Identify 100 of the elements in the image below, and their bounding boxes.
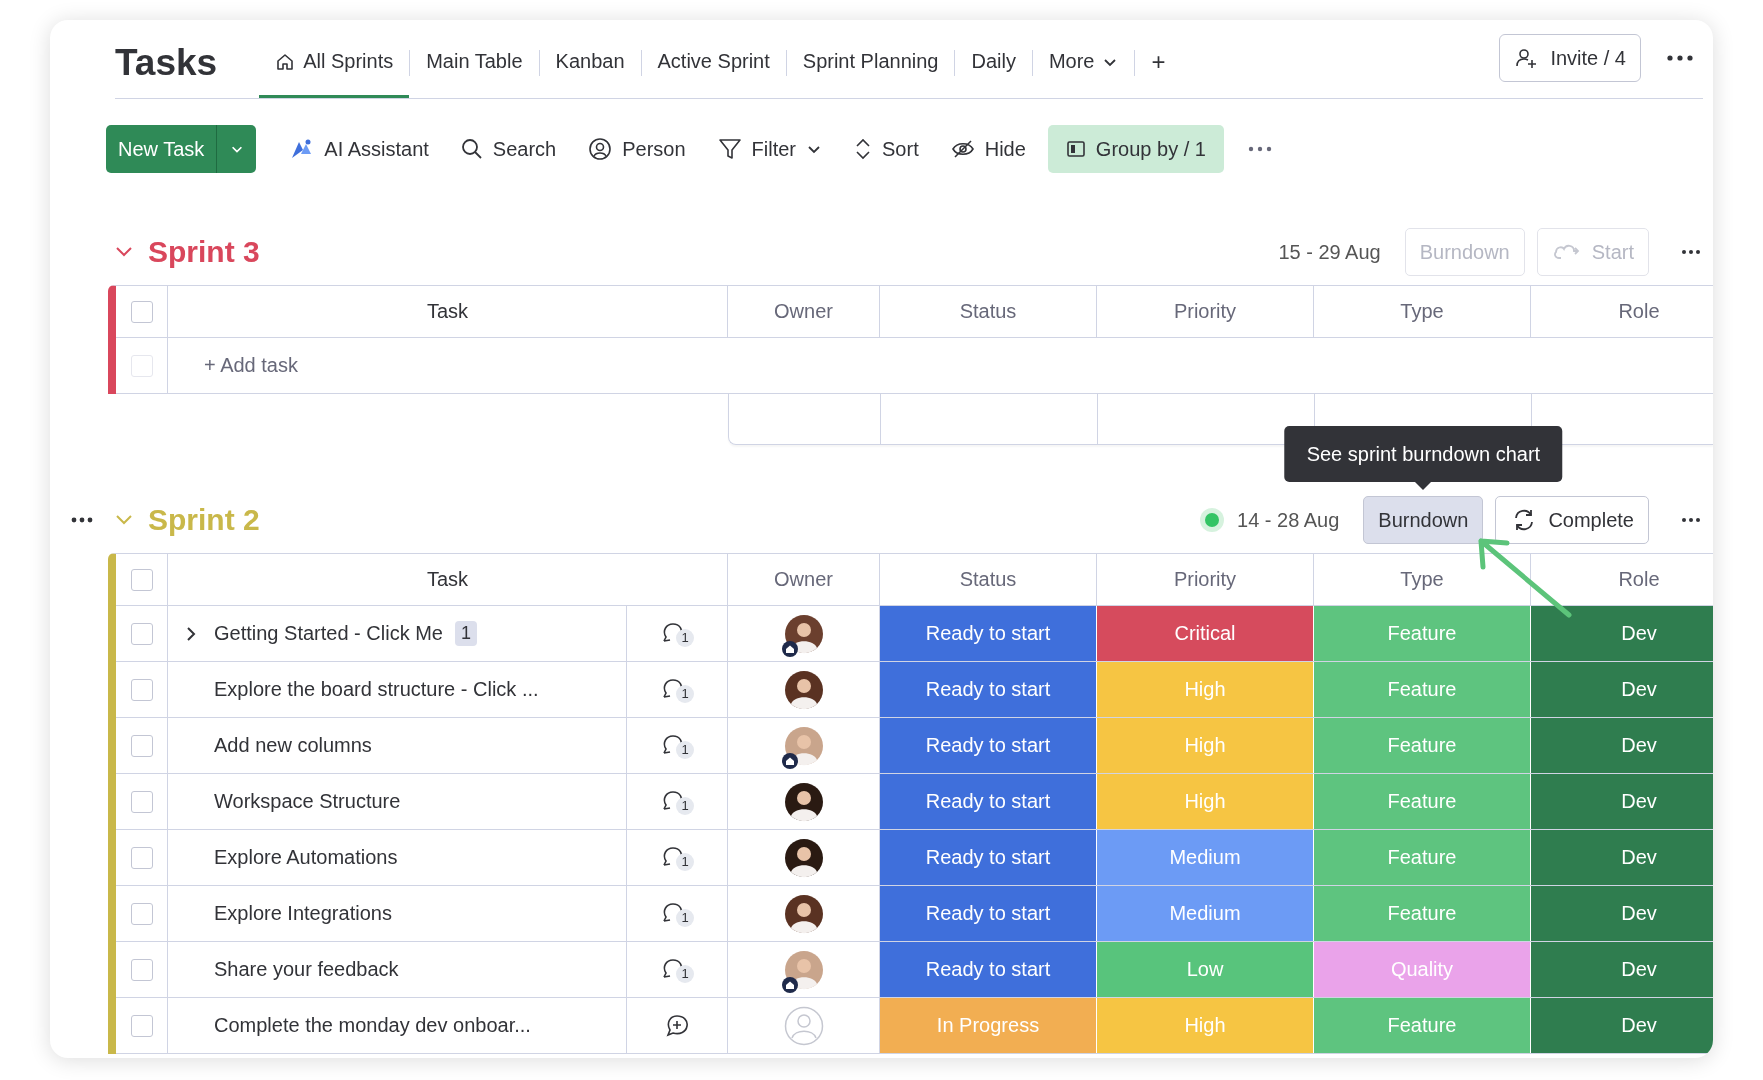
updates-button[interactable]: 1 [660,788,694,815]
ai-button[interactable]: AI Assistant [280,125,439,173]
view-tab[interactable]: Main Table [410,28,539,98]
chat-add-icon [664,1012,690,1039]
task-name[interactable]: Complete the monday dev onboar... [214,1014,531,1037]
subitem-count[interactable]: 1 [454,621,477,646]
search-icon [460,138,483,160]
column-header: Type [1400,568,1444,591]
avatar[interactable] [783,613,824,654]
avatar[interactable] [783,893,824,934]
task-name[interactable]: Getting Started - Click Me [214,622,443,645]
updates-button[interactable]: 1 [660,956,694,983]
column-header: Priority [1173,300,1237,323]
add-update-button[interactable] [664,1012,690,1039]
checkbox[interactable] [130,734,153,757]
expand-chevron-icon[interactable] [185,624,197,643]
tooltip-pointer [1415,482,1432,490]
role-label[interactable]: Dev [1531,830,1713,885]
avatar[interactable] [783,781,824,822]
role-label[interactable]: Dev [1531,774,1713,829]
task-name[interactable]: Add new columns [214,734,372,757]
task-name[interactable]: Workspace Structure [214,790,401,813]
status-label[interactable]: Ready to start [880,774,1097,829]
status-label[interactable]: Ready to start [880,886,1097,941]
task-name[interactable]: Explore Integrations [214,902,392,925]
add-person-icon [1514,46,1539,70]
checkbox[interactable] [130,678,153,701]
updates-button[interactable]: 1 [660,620,694,647]
role-label[interactable]: Dev [1531,662,1713,717]
sort-button[interactable]: Sort [844,125,929,173]
updates-button[interactable]: 1 [660,844,694,871]
task-name[interactable]: Explore the board structure - Click ... [214,678,539,701]
task-name[interactable]: Explore Automations [214,846,398,869]
avatar[interactable] [783,837,824,878]
avatar[interactable] [783,949,824,990]
group-icon [1065,139,1086,159]
collapse-chevron-icon[interactable] [114,245,134,259]
column-header: Status [959,568,1017,591]
search-button[interactable]: Search [450,125,567,173]
burndown-button[interactable]: Burndown [1363,496,1484,544]
priority-label[interactable]: Medium [1097,886,1314,941]
avatar[interactable] [783,669,824,710]
status-label[interactable]: Ready to start [880,606,1097,661]
updates-button[interactable]: 1 [660,676,694,703]
updates-button[interactable]: 1 [660,900,694,927]
status-label[interactable]: Ready to start [880,830,1097,885]
column-header: Priority [1173,568,1237,591]
hidden-eye-icon [950,139,975,159]
add-view-button[interactable]: + [1135,28,1182,98]
avatar[interactable] [783,725,824,766]
group-menu-icon[interactable] [71,517,93,523]
status-label[interactable]: Ready to start [880,942,1097,997]
view-tab[interactable]: All Sprints [259,28,410,98]
role-label[interactable]: Dev [1531,886,1713,941]
more-tab[interactable]: More [1032,28,1135,98]
invite-button[interactable]: Invite / 4 [1499,34,1641,82]
column-header: Task [426,300,469,323]
more-icon[interactable] [1667,55,1693,61]
more-icon[interactable] [1681,517,1701,523]
role-label[interactable]: Dev [1531,942,1713,997]
priority-label[interactable]: Critical [1097,606,1314,661]
view-tab[interactable]: Sprint Planning [786,28,955,98]
group-button[interactable]: Group by / 1 [1047,125,1224,173]
sort-icon [854,137,873,161]
home-icon [275,51,296,72]
column-header: Type [1400,300,1444,323]
task-name[interactable]: Share your feedback [214,958,399,981]
role-label[interactable]: Dev [1531,606,1713,661]
checkbox[interactable] [130,958,153,981]
column-header: Owner [774,300,833,323]
checkbox[interactable] [130,300,153,323]
hide-button[interactable]: Hide [940,125,1036,173]
checkbox[interactable] [130,568,153,591]
updates-button[interactable]: 1 [660,732,694,759]
view-tab[interactable]: Active Sprint [641,28,786,98]
page-title: Tasks [115,42,218,84]
view-tab[interactable]: Daily [955,28,1032,98]
role-label[interactable]: Dev [1531,718,1713,773]
view-tab[interactable]: Kanban [539,28,641,98]
add-task-field[interactable]: + Add task [204,354,298,377]
priority-label[interactable]: Medium [1097,830,1314,885]
column-header: Status [959,300,1017,323]
more-icon[interactable] [1681,249,1701,255]
checkbox[interactable] [130,1014,153,1037]
status-label[interactable]: Ready to start [880,718,1097,773]
sprint-dates: 15 - 29 Aug [1278,240,1381,264]
person-icon [588,137,613,161]
checkbox[interactable] [130,622,153,645]
complete-button[interactable]: Complete [1495,496,1649,544]
filter-icon [717,137,742,161]
checkbox[interactable] [130,846,153,869]
person-button[interactable]: Person [578,125,696,173]
checkbox[interactable] [130,790,153,813]
role-label[interactable]: Dev [1531,998,1713,1053]
more-icon[interactable] [1247,146,1272,152]
checkbox[interactable] [130,902,153,925]
new-task-button[interactable]: New Task [106,125,217,173]
filter-button[interactable]: Filter [707,125,833,173]
sprint-title[interactable]: Sprint 3 [148,235,260,269]
status-label[interactable]: Ready to start [880,662,1097,717]
